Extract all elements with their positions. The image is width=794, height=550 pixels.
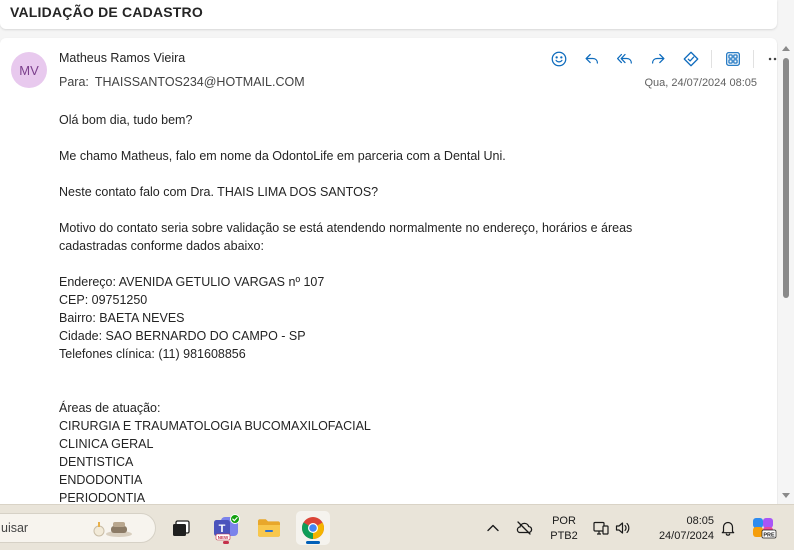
onedrive-offline-icon[interactable] bbox=[515, 519, 533, 537]
react-button[interactable] bbox=[542, 49, 575, 69]
city-line: Cidade: SAO BERNARDO DO CAMPO - SP bbox=[59, 329, 306, 343]
markup-button[interactable] bbox=[674, 49, 707, 69]
reply-all-icon bbox=[616, 53, 632, 64]
message-scrollbar[interactable] bbox=[778, 38, 794, 504]
system-clock[interactable]: 08:05 24/07/2024 bbox=[644, 514, 714, 544]
scroll-down-arrow-icon[interactable] bbox=[782, 493, 790, 498]
message-date: Qua, 24/07/2024 08:05 bbox=[644, 77, 757, 89]
to-label: Para: bbox=[59, 75, 89, 89]
intro-paragraph: Me chamo Matheus, falo em nome da Odonto… bbox=[59, 149, 506, 163]
teams-button[interactable]: T NEW bbox=[209, 511, 243, 545]
folder-icon bbox=[258, 519, 280, 537]
message-body: Olá bom dia, tudo bem? Me chamo Matheus,… bbox=[59, 111, 749, 507]
scroll-thumb[interactable] bbox=[783, 58, 789, 298]
reply-button[interactable] bbox=[575, 49, 608, 69]
email-subject: VALIDAÇÃO DE CADASTRO bbox=[10, 4, 203, 20]
greeting: Olá bom dia, tudo bem? bbox=[59, 113, 193, 127]
reason-line: Motivo do contato seria sobre validação … bbox=[59, 221, 633, 235]
area-item: ENDODONTIA bbox=[59, 473, 143, 487]
keyboard-layout: PTB2 bbox=[550, 530, 578, 542]
network-icon[interactable] bbox=[592, 519, 610, 537]
reply-all-button[interactable] bbox=[608, 49, 641, 69]
search-placeholder: uisar bbox=[1, 521, 29, 535]
sender-avatar[interactable]: MV bbox=[11, 52, 47, 88]
area-item: CIRURGIA E TRAUMATOLOGIA BUCOMAXILOFACIA… bbox=[59, 419, 371, 433]
chrome-icon bbox=[302, 517, 324, 539]
recipient-line: Para: THAISSANTOS234@HOTMAIL.COM bbox=[59, 75, 311, 89]
windows-taskbar: uisar T NEW POR PTB2 08:05 24/07/2024 PR… bbox=[0, 504, 794, 550]
volume-icon[interactable] bbox=[614, 519, 632, 537]
svg-text:T: T bbox=[219, 523, 226, 535]
chrome-button[interactable] bbox=[296, 511, 330, 545]
area-item: DENTISTICA bbox=[59, 455, 134, 469]
more-icon bbox=[768, 57, 776, 61]
reply-icon bbox=[585, 53, 598, 64]
language-code: POR bbox=[552, 515, 576, 527]
actions-separator bbox=[711, 50, 712, 68]
message-actions bbox=[542, 49, 777, 69]
question-paragraph: Neste contato falo com Dra. THAIS LIMA D… bbox=[59, 185, 379, 199]
subject-bar: VALIDAÇÃO DE CADASTRO bbox=[0, 0, 777, 29]
actions-separator bbox=[753, 50, 754, 68]
apps-button[interactable] bbox=[716, 49, 749, 69]
task-view-icon bbox=[173, 520, 190, 536]
reason-line: cadastradas conforme dados abaixo: bbox=[59, 239, 264, 253]
copilot-icon[interactable]: PRE bbox=[750, 514, 778, 542]
to-address[interactable]: THAISSANTOS234@HOTMAIL.COM bbox=[95, 75, 305, 89]
smiley-icon bbox=[551, 51, 566, 67]
clock-time: 08:05 bbox=[686, 515, 714, 527]
teams-running-indicator bbox=[223, 541, 229, 544]
address-line: Endereço: AVENIDA GETULIO VARGAS nº 107 bbox=[59, 275, 325, 289]
chrome-running-indicator bbox=[306, 541, 320, 544]
search-highlight-art-icon bbox=[93, 522, 132, 537]
phone-line: Telefones clínica: (11) 981608856 bbox=[59, 347, 246, 361]
clock-date: 24/07/2024 bbox=[658, 530, 714, 542]
chevron-up-icon[interactable] bbox=[484, 519, 502, 537]
forward-icon bbox=[651, 53, 664, 64]
message-card: MV Matheus Ramos Vieira Para: THAISSANTOS… bbox=[0, 38, 777, 508]
areas-title: Áreas de atuação: bbox=[59, 401, 161, 415]
cep-line: CEP: 09751250 bbox=[59, 293, 148, 307]
apps-icon bbox=[725, 52, 740, 66]
scroll-up-arrow-icon[interactable] bbox=[782, 46, 790, 51]
neighborhood-line: Bairro: BAETA NEVES bbox=[59, 311, 185, 325]
area-item: CLINICA GERAL bbox=[59, 437, 154, 451]
forward-button[interactable] bbox=[641, 49, 674, 69]
task-view-button[interactable] bbox=[164, 511, 198, 545]
notification-bell-icon[interactable] bbox=[719, 519, 737, 537]
copilot-badge: PRE bbox=[763, 533, 775, 539]
sender-name[interactable]: Matheus Ramos Vieira bbox=[59, 51, 185, 65]
teams-icon: T NEW bbox=[214, 514, 240, 541]
file-explorer-button[interactable] bbox=[252, 511, 286, 545]
markup-icon bbox=[683, 51, 698, 67]
input-language-indicator[interactable]: POR PTB2 bbox=[548, 514, 580, 544]
more-actions-button[interactable] bbox=[758, 49, 777, 69]
teams-badge: NEW bbox=[218, 535, 229, 540]
taskbar-search[interactable]: uisar bbox=[0, 513, 156, 543]
